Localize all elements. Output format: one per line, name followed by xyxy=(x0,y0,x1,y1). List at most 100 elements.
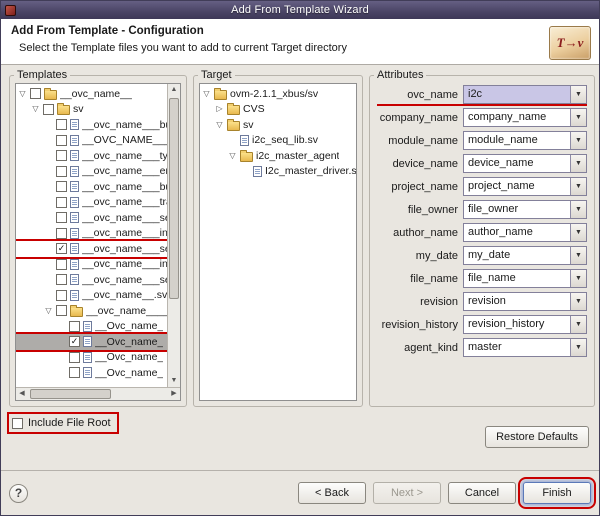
attribute-combo-author_name[interactable]: author_name▼ xyxy=(463,223,587,242)
expander-collapsed-icon[interactable]: ▷ xyxy=(215,105,224,113)
checkbox[interactable] xyxy=(56,228,67,239)
attribute-combo-file_owner[interactable]: file_owner▼ xyxy=(463,200,587,219)
combo-dropdown-button[interactable]: ▼ xyxy=(570,132,586,149)
tree-item[interactable]: I2c_master_driver.sv xyxy=(200,164,356,180)
title-bar[interactable]: Add From Template Wizard xyxy=(1,1,599,19)
checkbox[interactable] xyxy=(56,274,67,285)
combo-value[interactable]: revision_history xyxy=(464,316,570,333)
combo-value[interactable]: my_date xyxy=(464,247,570,264)
tree-item[interactable]: __Ovc_name_ xyxy=(16,319,167,335)
tree-item[interactable]: ▽__ovc_name__ xyxy=(16,86,167,102)
tree-item[interactable]: ▽sv xyxy=(200,117,356,133)
tree-item[interactable]: __Ovc_name_ xyxy=(16,350,167,366)
checkbox[interactable] xyxy=(56,119,67,130)
tree-item[interactable]: __OVC_NAME___env xyxy=(16,133,167,149)
checkbox[interactable] xyxy=(56,259,67,270)
expander-expanded-icon[interactable]: ▽ xyxy=(31,105,40,113)
combo-dropdown-button[interactable]: ▼ xyxy=(570,339,586,356)
checkbox[interactable] xyxy=(12,418,23,429)
checkbox[interactable] xyxy=(43,104,54,115)
tree-item[interactable]: __ovc_name___inter xyxy=(16,226,167,242)
checkbox[interactable] xyxy=(56,305,67,316)
combo-value[interactable]: revision xyxy=(464,293,570,310)
templates-horizontal-scrollbar[interactable]: ◀ ▶ xyxy=(16,387,180,400)
expander-expanded-icon[interactable]: ▽ xyxy=(215,121,224,129)
combo-dropdown-button[interactable]: ▼ xyxy=(570,178,586,195)
help-button[interactable]: ? xyxy=(9,484,28,503)
attribute-combo-company_name[interactable]: company_name▼ xyxy=(463,108,587,127)
scroll-up-button[interactable]: ▲ xyxy=(168,84,180,96)
tree-item[interactable]: __ovc_name___type xyxy=(16,148,167,164)
tree-item[interactable]: __Ovc_name_ xyxy=(16,365,167,381)
attribute-combo-project_name[interactable]: project_name▼ xyxy=(463,177,587,196)
combo-value[interactable]: file_owner xyxy=(464,201,570,218)
checkbox[interactable] xyxy=(30,88,41,99)
tree-item[interactable]: __ovc_name___inter xyxy=(16,257,167,273)
tree-item[interactable]: __ovc_name___bus_ xyxy=(16,179,167,195)
checkbox[interactable]: ✓ xyxy=(69,336,80,347)
tree-item[interactable]: ▽sv xyxy=(16,102,167,118)
checkbox[interactable] xyxy=(56,290,67,301)
tree-item[interactable]: __ovc_name___tran xyxy=(16,195,167,211)
combo-dropdown-button[interactable]: ▼ xyxy=(570,270,586,287)
combo-dropdown-button[interactable]: ▼ xyxy=(570,109,586,126)
cancel-button[interactable]: Cancel xyxy=(448,482,516,504)
vertical-scroll-thumb[interactable] xyxy=(169,98,179,299)
combo-value[interactable]: project_name xyxy=(464,178,570,195)
scroll-left-button[interactable]: ◀ xyxy=(16,388,28,400)
tree-item[interactable]: __ovc_name___sequ xyxy=(16,210,167,226)
combo-dropdown-button[interactable]: ▼ xyxy=(570,155,586,172)
checkbox[interactable] xyxy=(56,181,67,192)
vertical-scroll-track[interactable] xyxy=(168,96,180,375)
tree-item[interactable]: ✓__Ovc_name_ xyxy=(16,334,167,350)
combo-value[interactable]: i2c xyxy=(464,86,570,103)
checkbox[interactable] xyxy=(56,212,67,223)
tree-item[interactable]: __ovc_name___env_ xyxy=(16,164,167,180)
combo-value[interactable]: author_name xyxy=(464,224,570,241)
horizontal-scroll-track[interactable] xyxy=(28,388,168,400)
attribute-combo-device_name[interactable]: device_name▼ xyxy=(463,154,587,173)
attribute-combo-agent_kind[interactable]: master▼ xyxy=(463,338,587,357)
back-button[interactable]: < Back xyxy=(298,482,366,504)
expander-expanded-icon[interactable]: ▽ xyxy=(228,152,237,160)
combo-dropdown-button[interactable]: ▼ xyxy=(570,293,586,310)
attribute-combo-revision_history[interactable]: revision_history▼ xyxy=(463,315,587,334)
tree-item[interactable]: ▽ovm-2.1.1_xbus/sv xyxy=(200,86,356,102)
combo-dropdown-button[interactable]: ▼ xyxy=(570,316,586,333)
attribute-combo-module_name[interactable]: module_name▼ xyxy=(463,131,587,150)
checkbox[interactable] xyxy=(56,197,67,208)
combo-dropdown-button[interactable]: ▼ xyxy=(570,247,586,264)
checkbox[interactable] xyxy=(69,367,80,378)
tree-item[interactable]: i2c_seq_lib.sv xyxy=(200,133,356,149)
expander-expanded-icon[interactable]: ▽ xyxy=(18,90,27,98)
expander-expanded-icon[interactable]: ▽ xyxy=(202,90,211,98)
combo-dropdown-button[interactable]: ▼ xyxy=(570,86,586,103)
combo-dropdown-button[interactable]: ▼ xyxy=(570,201,586,218)
attribute-combo-my_date[interactable]: my_date▼ xyxy=(463,246,587,265)
expander-expanded-icon[interactable]: ▽ xyxy=(44,307,53,315)
scroll-down-button[interactable]: ▼ xyxy=(168,375,180,387)
attribute-combo-revision[interactable]: revision▼ xyxy=(463,292,587,311)
restore-defaults-button[interactable]: Restore Defaults xyxy=(485,426,589,448)
checkbox[interactable] xyxy=(69,352,80,363)
tree-item[interactable]: __ovc_name___sequ xyxy=(16,272,167,288)
checkbox[interactable] xyxy=(56,166,67,177)
combo-value[interactable]: module_name xyxy=(464,132,570,149)
checkbox[interactable] xyxy=(69,321,80,332)
combo-dropdown-button[interactable]: ▼ xyxy=(570,224,586,241)
tree-item[interactable]: ▷CVS xyxy=(200,102,356,118)
combo-value[interactable]: company_name xyxy=(464,109,570,126)
checkbox[interactable] xyxy=(56,135,67,146)
templates-vertical-scrollbar[interactable]: ▲ ▼ xyxy=(167,84,180,387)
tree-item[interactable]: ✓__ovc_name___seq_ xyxy=(16,241,167,257)
tree-item[interactable]: ▽i2c_master_agent xyxy=(200,148,356,164)
combo-value[interactable]: master xyxy=(464,339,570,356)
combo-value[interactable]: device_name xyxy=(464,155,570,172)
attribute-combo-file_name[interactable]: file_name▼ xyxy=(463,269,587,288)
finish-button[interactable]: Finish xyxy=(523,482,591,504)
tree-item[interactable]: ▽__ovc_name____ag xyxy=(16,303,167,319)
tree-item[interactable]: __ovc_name__.svh xyxy=(16,288,167,304)
attribute-combo-ovc_name[interactable]: i2c▼ xyxy=(463,85,587,104)
tree-item[interactable]: __ovc_name___bus_ xyxy=(16,117,167,133)
horizontal-scroll-thumb[interactable] xyxy=(30,389,111,399)
